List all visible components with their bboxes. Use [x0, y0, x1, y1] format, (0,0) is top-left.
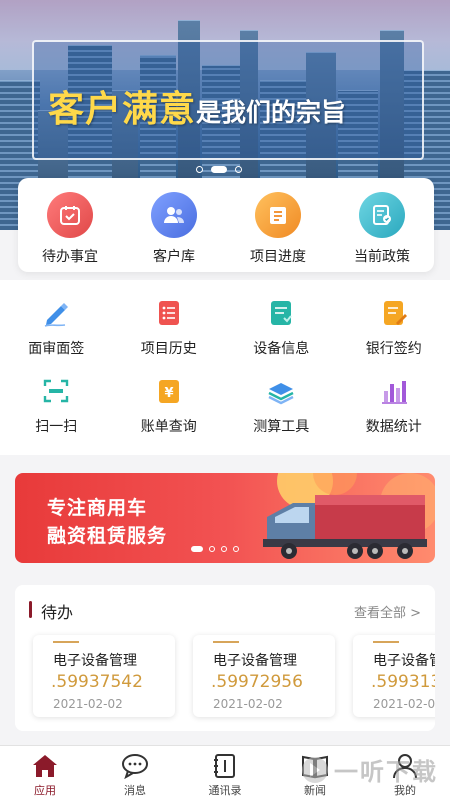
quick-item-label: 项目进度	[250, 249, 306, 265]
grid-item-label: 设备信息	[253, 341, 310, 357]
todo-title-accent	[29, 601, 32, 618]
tab-contacts[interactable]: 通讯录	[180, 746, 270, 800]
grid-item-label: 测算工具	[253, 419, 310, 435]
grid-item-interview[interactable]: 面审面签	[0, 298, 113, 358]
history-list-icon	[154, 298, 184, 328]
watermark-logo-icon	[302, 756, 328, 783]
grid-item-label: 银行签约	[365, 341, 422, 357]
quick-menu-card: 待办事宜 客户库 项目进度 当前政策	[18, 178, 434, 272]
calendar-check-icon	[47, 192, 93, 238]
truck-illustration	[263, 473, 435, 559]
feature-grid-section: 面审面签 项目历史 设备信息 银行签约 扫一扫 ¥ 账单查询 测算工具 数据统计	[0, 280, 450, 455]
promo-line1: 专注商用车	[47, 497, 148, 519]
hero-dot[interactable]	[235, 166, 242, 173]
todo-cards: 电子设备管理 .59937542 2021-02-02 电子设备管理 .5997…	[33, 635, 435, 717]
grid-item-label: 面审面签	[28, 341, 85, 357]
feature-grid: 面审面签 项目历史 设备信息 银行签约 扫一扫 ¥ 账单查询 测算工具 数据统计	[0, 298, 450, 436]
promo-pagination	[191, 546, 239, 552]
hero-slogan-rest: 是我们的宗旨	[196, 98, 347, 127]
tab-label: 消息	[124, 784, 146, 797]
todo-card-date: 2021-02-01	[373, 697, 435, 711]
bar-stats-icon	[379, 376, 409, 406]
todo-card-date: 2021-02-02	[53, 697, 123, 711]
message-icon	[120, 752, 150, 780]
quick-item-policy[interactable]: 当前政策	[330, 178, 434, 272]
hero-slogan-highlight: 客户满意	[48, 89, 197, 130]
grid-item-bank-sign[interactable]: 银行签约	[338, 298, 450, 358]
hero-dot-active[interactable]	[211, 166, 227, 173]
policy-doc-icon	[359, 192, 405, 238]
todo-card[interactable]: 电子设备管理 .59937542 2021-02-02	[33, 635, 175, 717]
scan-icon	[41, 376, 71, 406]
grid-item-scan[interactable]: 扫一扫	[0, 376, 113, 436]
card-accent-line	[213, 641, 239, 643]
promo-banner[interactable]: 专注商用车 融资租赁服务	[15, 473, 435, 563]
todo-section: 待办 查看全部 > 电子设备管理 .59937542 2021-02-02 电子…	[15, 585, 435, 731]
promo-dot[interactable]	[233, 546, 239, 552]
card-accent-line	[53, 641, 79, 643]
promo-dot-active[interactable]	[191, 546, 203, 552]
promo-dot[interactable]	[221, 546, 227, 552]
todo-card-date: 2021-02-02	[213, 697, 283, 711]
promo-dot[interactable]	[209, 546, 215, 552]
bill-icon: ¥	[154, 376, 184, 406]
svg-text:¥: ¥	[164, 386, 173, 401]
todo-card-name: 电子设备管理	[213, 653, 297, 669]
hero-pagination	[196, 166, 242, 173]
card-accent-line	[373, 641, 399, 643]
todo-title: 待办	[41, 603, 74, 622]
todo-card-number: .599313	[371, 672, 435, 692]
watermark: 一听下载	[300, 752, 438, 787]
quick-item-progress[interactable]: 项目进度	[226, 178, 330, 272]
grid-item-calc[interactable]: 测算工具	[225, 376, 338, 436]
grid-item-history[interactable]: 项目历史	[113, 298, 226, 358]
todo-card-name: 电子设备管	[373, 653, 435, 669]
device-doc-icon	[266, 298, 296, 328]
todo-card-number: .59972956	[211, 672, 303, 692]
promo-line2: 融资租赁服务	[47, 525, 168, 547]
tab-label: 应用	[34, 784, 56, 797]
grid-item-label: 项目历史	[140, 341, 197, 357]
pen-sign-icon	[41, 298, 71, 328]
grid-item-label: 账单查询	[140, 419, 197, 435]
grid-item-stats[interactable]: 数据统计	[338, 376, 450, 436]
todo-card-name: 电子设备管理	[53, 653, 137, 669]
quick-item-label: 待办事宜	[42, 249, 98, 265]
grid-item-label: 数据统计	[365, 419, 422, 435]
view-all-link[interactable]: 查看全部 >	[354, 602, 421, 621]
users-icon	[151, 192, 197, 238]
hero-dot[interactable]	[196, 166, 203, 173]
home-icon	[30, 752, 60, 780]
grid-item-label: 扫一扫	[35, 419, 78, 435]
todo-card-number: .59937542	[51, 672, 143, 692]
watermark-text: 一听下载	[334, 758, 438, 786]
tab-apps[interactable]: 应用	[0, 746, 90, 800]
tab-messages[interactable]: 消息	[90, 746, 180, 800]
quick-item-customers[interactable]: 客户库	[122, 178, 226, 272]
list-doc-icon	[255, 192, 301, 238]
contacts-icon	[210, 752, 240, 780]
tab-label: 通讯录	[208, 784, 242, 797]
quick-item-todo[interactable]: 待办事宜	[18, 178, 122, 272]
hero-slogan: 客户满意是我们的宗旨	[48, 80, 346, 132]
todo-card[interactable]: 电子设备管 .599313 2021-02-01	[353, 635, 435, 717]
quick-item-label: 当前政策	[354, 249, 410, 265]
bank-contract-icon	[379, 298, 409, 328]
todo-card[interactable]: 电子设备管理 .59972956 2021-02-02	[193, 635, 335, 717]
quick-item-label: 客户库	[153, 249, 195, 265]
calculator-book-icon	[266, 376, 296, 406]
grid-item-device[interactable]: 设备信息	[225, 298, 338, 358]
grid-item-bill[interactable]: ¥ 账单查询	[113, 376, 226, 436]
